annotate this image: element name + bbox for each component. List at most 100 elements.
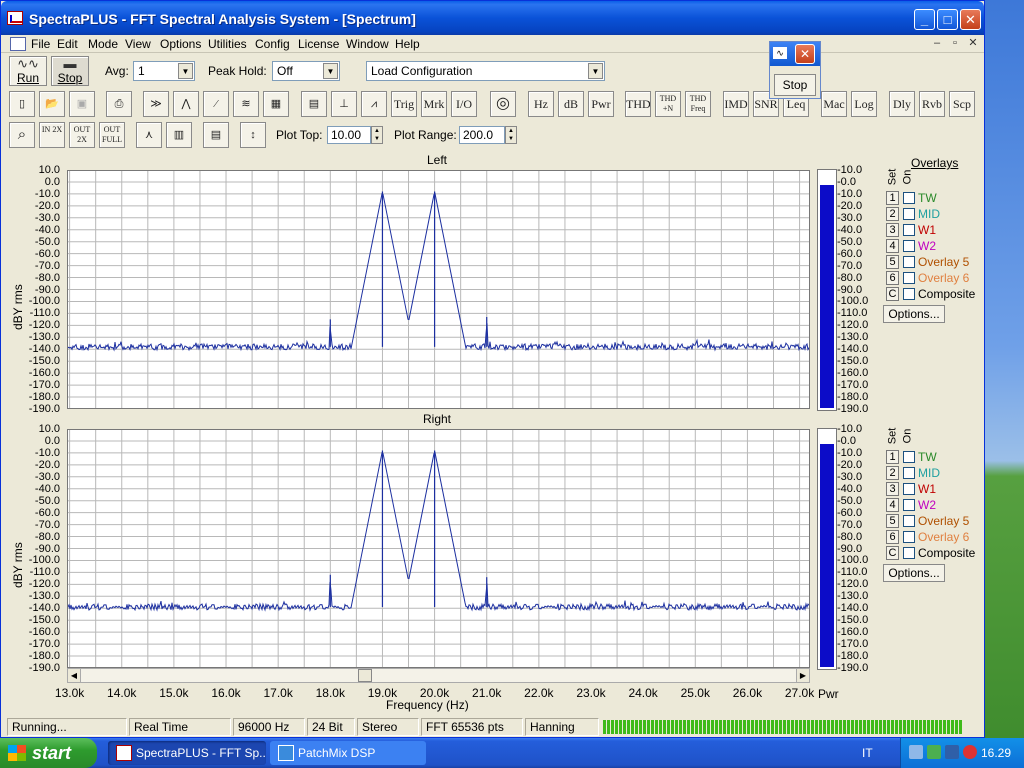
task-patchmix[interactable]: PatchMix DSP <box>270 741 426 765</box>
menu-view[interactable]: View <box>121 36 155 52</box>
overlay-set-button[interactable]: 4 <box>886 239 899 253</box>
overlay-set-button[interactable]: 6 <box>886 271 899 285</box>
title-bar[interactable]: SpectraPLUS - FFT Spectral Analysis Syst… <box>1 1 984 35</box>
delay-button[interactable]: Dly <box>889 91 915 117</box>
menu-utilities[interactable]: Utilities <box>204 36 251 52</box>
spectrum-icon[interactable]: ⋀ <box>173 91 199 117</box>
peak-hold-select[interactable]: Off ▼ <box>272 61 340 81</box>
peak-icon[interactable]: ⋏ <box>136 122 162 148</box>
db-button[interactable]: dB <box>558 91 584 117</box>
filter-icon[interactable]: ≫ <box>143 91 169 117</box>
overlay-on-checkbox[interactable] <box>903 451 915 463</box>
overlay-on-checkbox[interactable] <box>903 256 915 268</box>
overlay-set-button[interactable]: 5 <box>886 255 899 269</box>
overlay-on-checkbox[interactable] <box>903 531 915 543</box>
spectrum-chart-right[interactable] <box>67 429 810 668</box>
mdi-minimize-button[interactable]: – <box>929 36 945 51</box>
pwr-button[interactable]: Pwr <box>588 91 614 117</box>
overlay-set-button[interactable]: 5 <box>886 514 899 528</box>
layout-icon[interactable]: ▤ <box>203 122 229 148</box>
overlay-set-button[interactable]: 2 <box>886 207 899 221</box>
overlay-set-button[interactable]: 1 <box>886 450 899 464</box>
scroll-thumb[interactable] <box>358 669 372 682</box>
document-icon[interactable] <box>10 37 26 51</box>
open-folder-icon[interactable]: 📂 <box>39 91 65 117</box>
mdi-close-button[interactable]: ✕ <box>965 36 981 51</box>
menu-config[interactable]: Config <box>251 36 294 52</box>
overlay-set-button[interactable]: 2 <box>886 466 899 480</box>
minimize-button[interactable]: _ <box>914 9 935 30</box>
overlay-set-button[interactable]: 4 <box>886 498 899 512</box>
save-icon[interactable]: ▣ <box>69 91 95 117</box>
sync-icon[interactable] <box>927 745 941 759</box>
overlay-set-button[interactable]: 6 <box>886 530 899 544</box>
network-icon[interactable] <box>909 745 923 759</box>
axis-icon[interactable]: ⊥ <box>331 91 357 117</box>
print-icon[interactable]: ⎙ <box>106 91 132 117</box>
mdi-restore-button[interactable]: ▫ <box>947 36 963 51</box>
configuration-select[interactable]: Load Configuration ▼ <box>366 61 605 81</box>
overlay-on-checkbox[interactable] <box>903 483 915 495</box>
spin-arrows-icon[interactable]: ▲ ▼ <box>505 126 517 144</box>
spin-arrows-icon[interactable]: ▲ ▼ <box>371 126 383 144</box>
bar-graph-icon[interactable]: ▥ <box>166 122 192 148</box>
3d-plot-icon[interactable]: ▦ <box>263 91 289 117</box>
new-file-icon[interactable]: ▯ <box>9 91 35 117</box>
overlay-on-checkbox[interactable] <box>903 288 915 300</box>
spectrum-chart-left[interactable] <box>67 170 810 409</box>
zoom-out-button[interactable]: OUT 2X <box>69 122 95 148</box>
menu-help[interactable]: Help <box>391 36 424 52</box>
io-button[interactable]: I/O <box>451 91 477 117</box>
zoom-in-button[interactable]: IN 2X <box>39 122 65 148</box>
compass-icon[interactable]: ⩘ <box>361 91 387 117</box>
overlay-on-checkbox[interactable] <box>903 224 915 236</box>
overlay-set-button[interactable]: 1 <box>886 191 899 205</box>
overlay-set-button[interactable]: C <box>886 546 899 560</box>
avg-select[interactable]: 1 ▼ <box>133 61 195 81</box>
overlay-options-button[interactable]: Options... <box>883 564 945 582</box>
thd-freq-button[interactable]: THD Freq <box>685 91 711 117</box>
zoom-full-button[interactable]: OUT FULL <box>99 122 125 148</box>
waterfall-icon[interactable]: ≋ <box>233 91 259 117</box>
signal-generator-icon[interactable]: ◎ <box>490 91 516 117</box>
overlay-on-checkbox[interactable] <box>903 192 915 204</box>
overlay-set-button[interactable]: C <box>886 287 899 301</box>
macro-button[interactable]: Mac <box>821 91 847 117</box>
security-shield-icon[interactable] <box>963 745 977 759</box>
close-button[interactable]: ✕ <box>960 9 981 30</box>
stop-float-close-icon[interactable]: ✕ <box>795 44 815 64</box>
overlay-set-button[interactable]: 3 <box>886 223 899 237</box>
menu-file[interactable]: File <box>27 36 54 52</box>
trig-button[interactable]: Trig <box>391 91 417 117</box>
scope-button[interactable]: Scp <box>949 91 975 117</box>
overlay-on-checkbox[interactable] <box>903 272 915 284</box>
vertical-scale-icon[interactable]: ↕ <box>240 122 266 148</box>
dropdown-arrow-icon[interactable]: ▼ <box>178 63 193 79</box>
run-button[interactable]: ∿∿ Run <box>9 56 47 86</box>
ramp-icon[interactable]: ⁄ <box>203 91 229 117</box>
language-indicator[interactable]: IT <box>862 746 873 760</box>
overlay-on-checkbox[interactable] <box>903 208 915 220</box>
reverb-button[interactable]: Rvb <box>919 91 945 117</box>
overlay-set-button[interactable]: 3 <box>886 482 899 496</box>
app-icon[interactable] <box>7 11 23 25</box>
menu-mode[interactable]: Mode <box>84 36 122 52</box>
scroll-right-icon[interactable]: ▶ <box>796 669 809 682</box>
menu-edit[interactable]: Edit <box>53 36 82 52</box>
overlay-on-checkbox[interactable] <box>903 547 915 559</box>
monitor-icon[interactable] <box>945 745 959 759</box>
marker-button[interactable]: Mrk <box>421 91 447 117</box>
stop-float-button[interactable]: Stop <box>774 74 816 96</box>
dropdown-arrow-icon[interactable]: ▼ <box>323 63 338 79</box>
panel-icon[interactable]: ▤ <box>301 91 327 117</box>
thd-button[interactable]: THD <box>625 91 651 117</box>
overlay-on-checkbox[interactable] <box>903 467 915 479</box>
menu-window[interactable]: Window <box>342 36 393 52</box>
hz-button[interactable]: Hz <box>528 91 554 117</box>
overlay-on-checkbox[interactable] <box>903 240 915 252</box>
task-spectraplus[interactable]: SpectraPLUS - FFT Sp... <box>108 741 266 765</box>
stop-float-titlebar[interactable]: ∿ ✕ <box>770 42 820 66</box>
magnifier-icon[interactable]: ⌕ <box>9 122 35 148</box>
menu-license[interactable]: License <box>294 36 343 52</box>
thd-n-button[interactable]: THD +N <box>655 91 681 117</box>
